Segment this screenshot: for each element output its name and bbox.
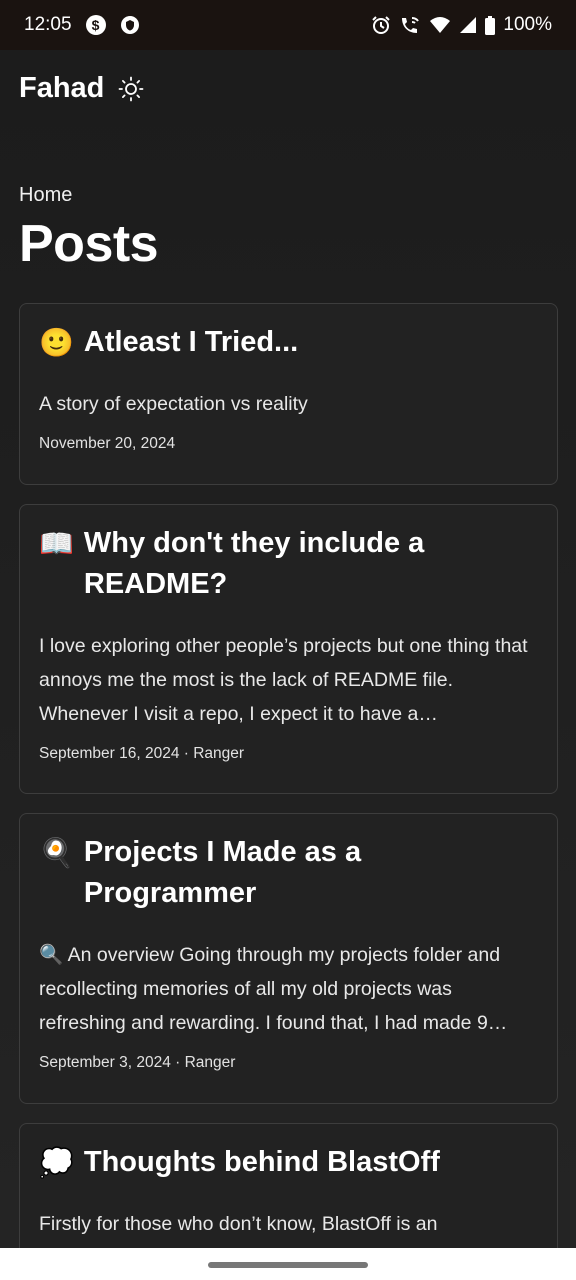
frying-pan-icon: 🍳	[39, 837, 74, 868]
battery-level: 100%	[503, 14, 552, 35]
post-title: 💭 Thoughts behind BlastOff	[39, 1142, 538, 1183]
post-title-text: Projects I Made as a Programmer	[83, 836, 362, 909]
post-title: 🙂 Atleast I Tried...	[39, 322, 538, 363]
page-title: Posts	[19, 215, 159, 273]
post-meta: September 16, 2024 · Ranger	[39, 745, 245, 762]
post-card[interactable]: 💭 Thoughts behind BlastOff Firstly for t…	[19, 1123, 558, 1248]
post-title: 📖 Why don't they include a README?	[39, 523, 538, 605]
wifi-calling-icon	[399, 15, 421, 35]
post-title: 🍳 Projects I Made as a Programmer	[39, 832, 538, 914]
wifi-icon	[429, 16, 451, 34]
signal-icon	[459, 16, 477, 34]
breadcrumb-home[interactable]: Home	[19, 184, 72, 207]
navigation-bar	[0, 1248, 576, 1280]
site-title[interactable]: Fahad	[19, 72, 104, 105]
thought-balloon-icon: 💭	[39, 1147, 74, 1178]
post-excerpt: I love exploring other people’s projects…	[39, 635, 528, 725]
post-card[interactable]: 🍳 Projects I Made as a Programmer 🔍 An o…	[19, 813, 558, 1104]
post-meta: November 20, 2024	[39, 435, 176, 452]
post-title-text: Why don't they include a README?	[83, 527, 425, 600]
home-gesture-handle[interactable]	[208, 1262, 368, 1268]
open-book-icon: 📖	[39, 528, 74, 559]
site-header: Fahad	[19, 72, 144, 105]
slightly-smiling-face-icon: 🙂	[39, 327, 74, 358]
status-bar: 12:05 $ 100%	[0, 0, 576, 50]
post-title-text: Atleast I Tried...	[83, 326, 299, 358]
post-excerpt: 🔍 An overview Going through my projects …	[39, 944, 508, 1034]
battery-icon	[485, 15, 496, 35]
status-time: 12:05	[24, 14, 72, 35]
sun-icon[interactable]	[118, 76, 144, 102]
post-card[interactable]: 🙂 Atleast I Tried... A story of expectat…	[19, 303, 558, 485]
page: Fahad Home Posts 🙂 Atleast I Tried... A …	[0, 50, 576, 1248]
post-title-text: Thoughts behind BlastOff	[83, 1146, 440, 1178]
post-meta: September 3, 2024 · Ranger	[39, 1054, 236, 1071]
post-excerpt: A story of expectation vs reality	[39, 393, 308, 415]
alarm-icon	[371, 15, 391, 35]
dollar-icon: $	[85, 15, 106, 35]
post-card[interactable]: 📖 Why don't they include a README? I lov…	[19, 504, 558, 794]
post-excerpt: Firstly for those who don’t know, BlastO…	[39, 1213, 438, 1235]
shield-icon	[120, 15, 140, 35]
